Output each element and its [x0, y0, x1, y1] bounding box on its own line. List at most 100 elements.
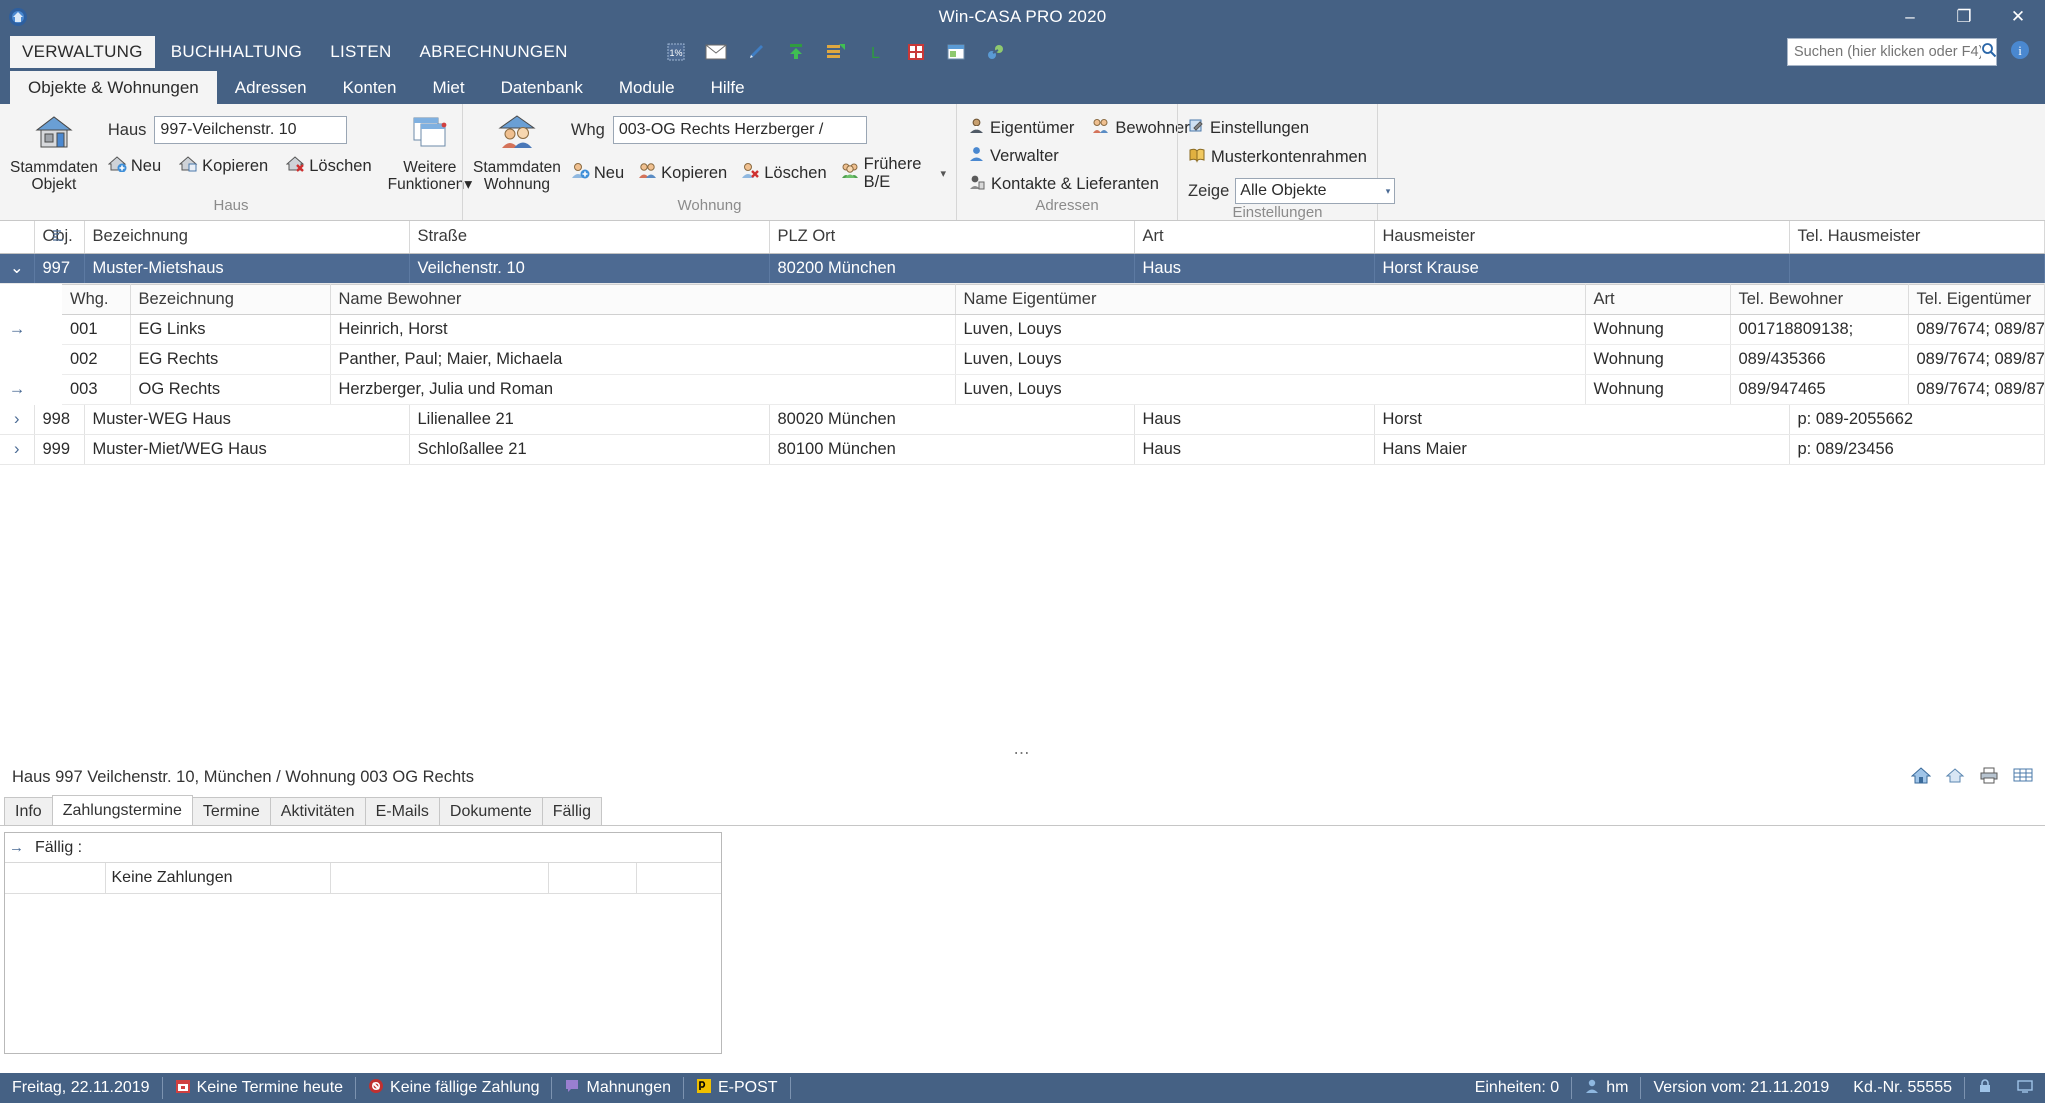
- search-input[interactable]: [1794, 44, 1981, 60]
- table-row[interactable]: › 999 Muster-Miet/WEG Haus Schloßallee 2…: [0, 434, 2045, 465]
- haus-neu-button[interactable]: Neu: [107, 155, 161, 177]
- table-row[interactable]: ⌄ 997 Muster-Mietshaus Veilchenstr. 10 8…: [0, 253, 2045, 284]
- search-icon[interactable]: [1981, 42, 1997, 63]
- splitter-handle[interactable]: ⋯: [0, 744, 2045, 762]
- row-expander-999[interactable]: ›: [0, 434, 35, 465]
- wohnung-loeschen-button[interactable]: Löschen: [741, 162, 827, 184]
- wohnung-more-chevron-down-icon[interactable]: ▾: [940, 167, 946, 180]
- tab-objekte-wohnungen[interactable]: Objekte & Wohnungen: [10, 71, 217, 104]
- col-strasse[interactable]: Straße: [409, 221, 770, 254]
- subcol-tel-eigentuemer[interactable]: Tel. Eigentümer: [1908, 283, 2045, 315]
- whg-field[interactable]: 003-OG Rechts Herzberger /: [612, 116, 867, 144]
- ribbon-group-einstellungen-title: Einstellungen: [1232, 204, 1323, 221]
- tab-dokumente[interactable]: Dokumente: [438, 797, 543, 825]
- subcol-tel-bewohner[interactable]: Tel. Bewohner: [1730, 283, 1909, 315]
- tab-faellig[interactable]: Fällig: [541, 797, 602, 825]
- weitere-funktionen-button[interactable]: Weitere Funktionen▾: [388, 110, 472, 197]
- cell-bezeichnung: Muster-Miet/WEG Haus: [84, 434, 410, 465]
- subcol-art[interactable]: Art: [1585, 283, 1731, 315]
- house-blue-icon[interactable]: [1910, 766, 1932, 789]
- zahlungstermine-box: → Fällig : Keine Zahlungen: [4, 832, 722, 1054]
- grid-red-icon[interactable]: [904, 40, 928, 64]
- tab-adressen[interactable]: Adressen: [217, 71, 325, 104]
- status-lock[interactable]: [1965, 1073, 2005, 1103]
- kontakte-lieferanten-button[interactable]: Kontakte & Lieferanten: [969, 174, 1190, 195]
- menu-item-buchhaltung[interactable]: BUCHHALTUNG: [159, 36, 314, 68]
- status-mahnungen[interactable]: Mahnungen: [552, 1073, 683, 1103]
- row-marker-002: [0, 344, 34, 374]
- subcol-name-eigentuemer[interactable]: Name Eigentümer: [955, 283, 1586, 315]
- col-tel-hausmeister[interactable]: Tel. Hausmeister: [1789, 221, 2045, 254]
- subcol-name-bewohner[interactable]: Name Bewohner: [330, 283, 956, 315]
- subcol-bezeichnung[interactable]: Bezeichnung: [130, 283, 331, 315]
- tab-miet[interactable]: Miet: [414, 71, 482, 104]
- status-zahlung[interactable]: Keine fällige Zahlung: [356, 1073, 551, 1103]
- chevron-down-icon[interactable]: ▾: [1386, 186, 1391, 197]
- ribbon-group-wohnung: Stammdaten Wohnung Whg 003-OG Rechts Her…: [462, 104, 956, 220]
- zeige-select[interactable]: Alle Objekte ▾: [1235, 178, 1396, 204]
- table-row[interactable]: › 998 Muster-WEG Haus Lilienallee 21 800…: [0, 404, 2045, 435]
- stammdaten-objekt-button[interactable]: Stammdaten Objekt: [10, 110, 98, 197]
- status-user[interactable]: hm: [1572, 1073, 1640, 1103]
- subcell-bezeichnung: EG Rechts: [130, 344, 331, 375]
- tab-zahlungstermine[interactable]: Zahlungstermine: [51, 795, 193, 825]
- minimize-button[interactable]: –: [1883, 0, 1937, 33]
- person-copy-icon: [638, 162, 657, 184]
- verwalter-button[interactable]: Verwalter: [969, 146, 1190, 167]
- tab-datenbank[interactable]: Datenbank: [483, 71, 601, 104]
- col-hausmeister[interactable]: Hausmeister: [1374, 221, 1790, 254]
- window-icon[interactable]: [944, 40, 968, 64]
- list-item[interactable]: → 001 EG Links Heinrich, Horst Luven, Lo…: [0, 314, 2045, 345]
- menu-item-abrechnungen[interactable]: ABRECHNUNGEN: [408, 36, 580, 68]
- list-green-icon[interactable]: [824, 40, 848, 64]
- tab-termine[interactable]: Termine: [191, 797, 271, 825]
- row-expander-997[interactable]: ⌄: [0, 253, 35, 284]
- pen-icon[interactable]: [744, 40, 768, 64]
- tab-aktivitaeten[interactable]: Aktivitäten: [269, 797, 366, 825]
- fruehere-be-button[interactable]: Frühere B/E: [841, 155, 927, 191]
- haus-kopieren-button[interactable]: Kopieren: [178, 155, 268, 177]
- tab-hilfe[interactable]: Hilfe: [693, 71, 763, 104]
- tab-emails[interactable]: E-Mails: [364, 797, 440, 825]
- stammdaten-wohnung-button[interactable]: Stammdaten Wohnung: [473, 110, 561, 197]
- col-bezeichnung[interactable]: Bezeichnung: [52, 221, 410, 254]
- maximize-button[interactable]: ❐: [1937, 0, 1991, 33]
- list-item[interactable]: → 003 OG Rechts Herzberger, Julia und Ro…: [0, 374, 2045, 405]
- menu-item-verwaltung[interactable]: VERWALTUNG: [10, 36, 155, 68]
- row-expander-998[interactable]: ›: [0, 404, 35, 435]
- link-icon[interactable]: [984, 40, 1008, 64]
- wohnung-kopieren-button[interactable]: Kopieren: [638, 162, 727, 184]
- tab-module[interactable]: Module: [601, 71, 693, 104]
- eigentuemer-button[interactable]: Eigentümer: [969, 118, 1074, 139]
- status-epost[interactable]: E-POST: [684, 1073, 790, 1103]
- download-icon[interactable]: [784, 40, 808, 64]
- musterkontenrahmen-button[interactable]: Musterkontenrahmen: [1188, 147, 1395, 168]
- einstellungen-button[interactable]: Einstellungen: [1188, 118, 1395, 139]
- wohnung-neu-button[interactable]: Neu: [571, 162, 624, 184]
- tab-konten[interactable]: Konten: [325, 71, 415, 104]
- haus-loeschen-button[interactable]: Löschen: [285, 155, 372, 177]
- col-plz-ort[interactable]: PLZ Ort: [769, 221, 1135, 254]
- printer-icon[interactable]: [1979, 766, 1999, 789]
- subcell-tel-bewohner: 089/947465: [1730, 374, 1909, 405]
- menu-item-listen[interactable]: LISTEN: [318, 36, 403, 68]
- tab-info[interactable]: Info: [4, 797, 53, 825]
- sort-icon[interactable]: [51, 228, 65, 247]
- close-button[interactable]: ✕: [1991, 0, 2045, 33]
- haus-loeschen-label: Löschen: [309, 157, 372, 175]
- status-screen[interactable]: [2005, 1073, 2045, 1103]
- search-box[interactable]: [1787, 38, 1997, 66]
- status-termine[interactable]: Keine Termine heute: [163, 1073, 355, 1103]
- calculator-icon[interactable]: 1%: [664, 40, 688, 64]
- letter-l-icon[interactable]: L: [864, 40, 888, 64]
- subcol-whg[interactable]: Whg.: [62, 283, 131, 315]
- bewohner-button[interactable]: Bewohner: [1092, 118, 1190, 139]
- house-small-icon[interactable]: [1945, 766, 1965, 789]
- haus-field[interactable]: 997-Veilchenstr. 10: [154, 116, 348, 144]
- mail-icon[interactable]: [704, 40, 728, 64]
- list-item[interactable]: 002 EG Rechts Panther, Paul; Maier, Mich…: [0, 344, 2045, 375]
- help-icon[interactable]: i: [2009, 39, 2031, 66]
- keine-zahlungen-cell: Keine Zahlungen: [105, 863, 331, 894]
- subcell-tel-bewohner: 089/435366: [1730, 344, 1909, 375]
- table-icon[interactable]: [2013, 766, 2033, 789]
